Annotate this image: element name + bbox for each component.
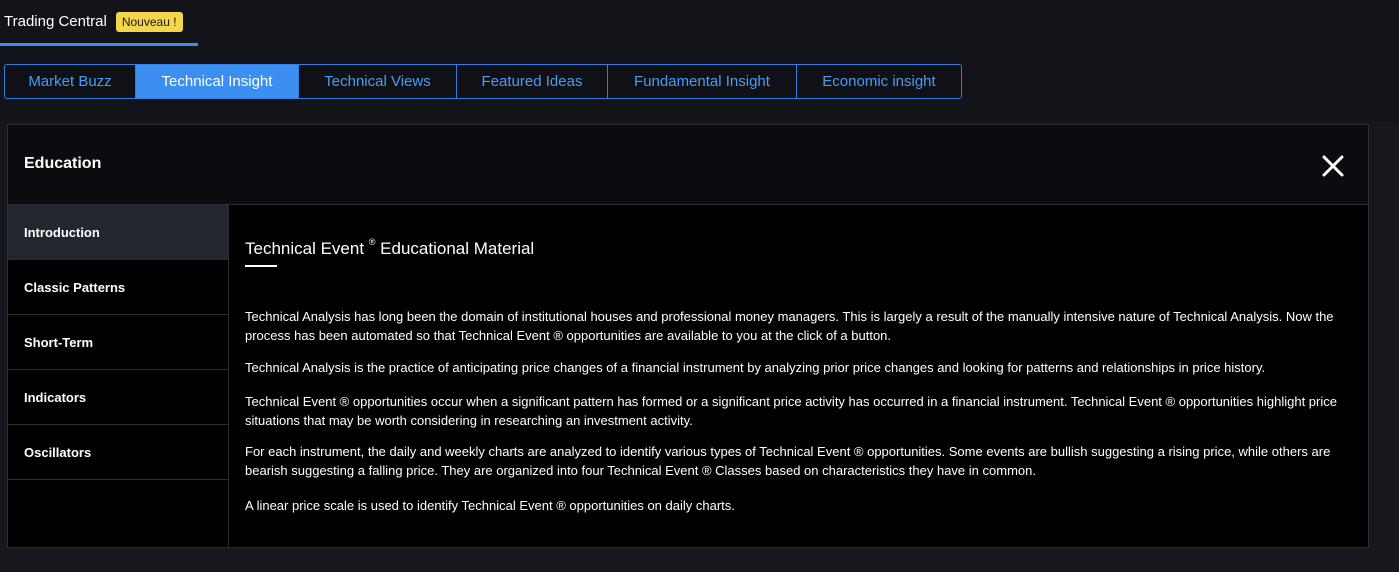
title-underline (245, 265, 277, 267)
panel-title: Education (24, 155, 102, 172)
sidebar-item-indicators[interactable]: Indicators (8, 370, 228, 425)
registered-mark: ® (368, 237, 376, 248)
close-button[interactable] (1320, 153, 1346, 179)
sidebar-item-classic-patterns[interactable]: Classic Patterns (8, 260, 228, 315)
education-sidebar: Introduction Classic Patterns Short-Term… (8, 205, 229, 547)
tab-technical-insight[interactable]: Technical Insight (136, 65, 299, 98)
paragraph-5: A linear price scale is used to identify… (245, 498, 735, 513)
sidebar-item-introduction[interactable]: Introduction (8, 205, 228, 260)
panel-header: Education (8, 125, 1368, 205)
tab-economic-insight[interactable]: Economic insight (797, 65, 961, 98)
title-text-rest: Educational Material (375, 239, 535, 258)
content-title: Technical Event ® Educational Material (245, 237, 535, 259)
new-badge: Nouveau ! (115, 11, 183, 32)
title-text: Technical Event (245, 239, 365, 258)
close-icon (1322, 155, 1344, 177)
brand-title: Trading Central (4, 13, 107, 30)
tab-fundamental-insight[interactable]: Fundamental Insight (608, 65, 797, 98)
tab-featured-ideas[interactable]: Featured Ideas (457, 65, 608, 98)
paragraph-3: Technical Event ® opportunities occur wh… (245, 394, 1337, 428)
tab-bar: Market Buzz Technical Insight Technical … (4, 64, 962, 99)
tab-market-buzz[interactable]: Market Buzz (5, 65, 136, 98)
top-header: Trading Central Nouveau ! Market Buzz Te… (0, 0, 1399, 122)
paragraph-4: For each instrument, the daily and weekl… (245, 444, 1331, 478)
paragraph-1: Technical Analysis has long been the dom… (245, 309, 1334, 343)
education-panel: Education Introduction Classic Patterns … (7, 124, 1369, 548)
sidebar-item-oscillators[interactable]: Oscillators (8, 425, 228, 480)
brand-tab[interactable]: Trading Central Nouveau ! (0, 0, 198, 46)
sidebar-item-short-term[interactable]: Short-Term (8, 315, 228, 370)
tab-technical-views[interactable]: Technical Views (299, 65, 457, 98)
paragraph-2: Technical Analysis is the practice of an… (245, 360, 1266, 375)
